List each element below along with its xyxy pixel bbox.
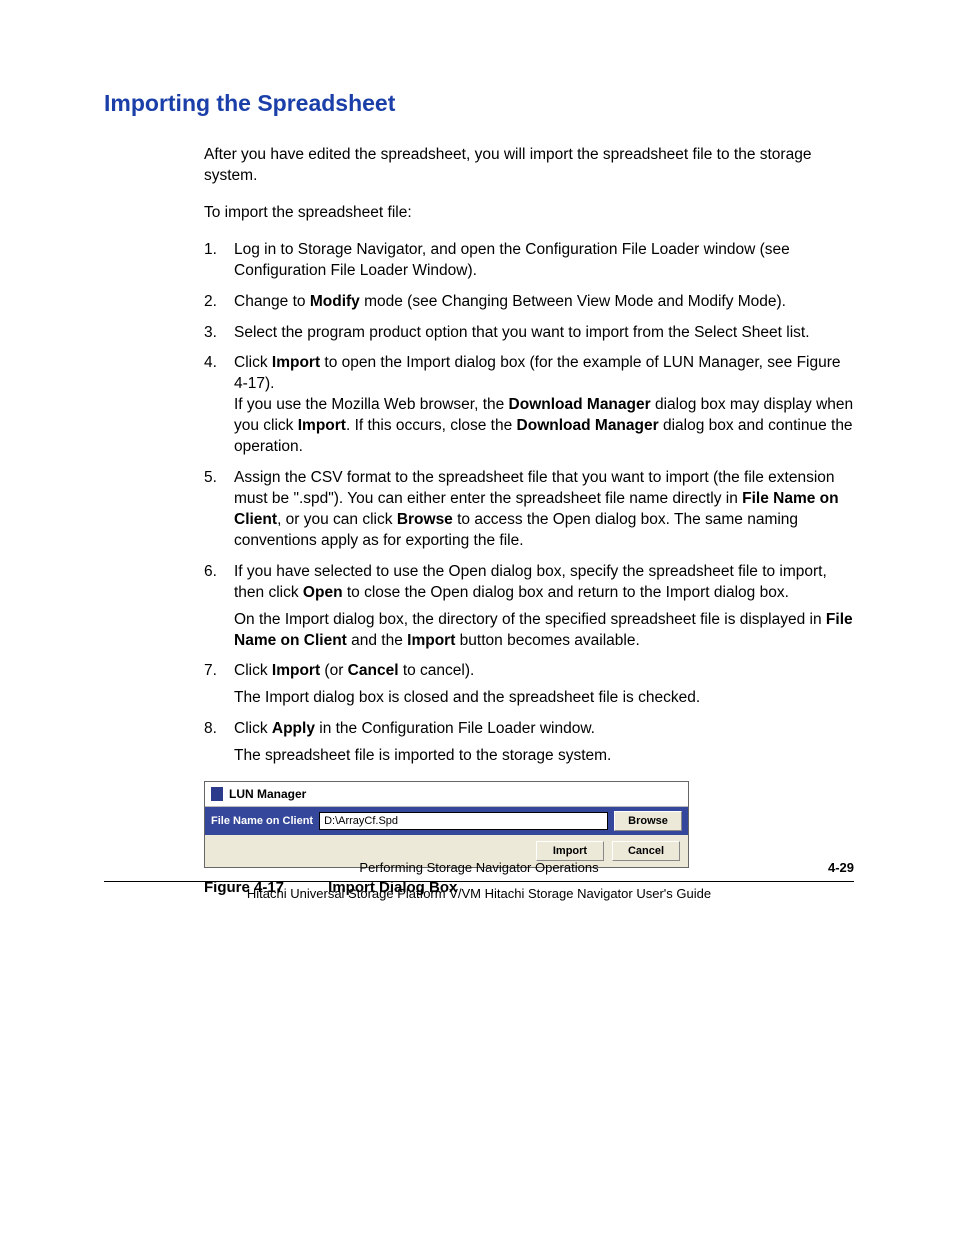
step-text: and the (347, 632, 407, 649)
title-icon (211, 787, 223, 801)
step-text: button becomes available. (455, 632, 639, 649)
step-text: (or (320, 662, 348, 679)
step-2: Change to Modify mode (see Changing Betw… (204, 292, 854, 313)
step-6: If you have selected to use the Open dia… (204, 562, 854, 652)
bold-apply: Apply (272, 720, 315, 737)
step-text: . If this occurs, close the (346, 417, 517, 434)
step-text: If you use the Mozilla Web browser, the (234, 396, 509, 413)
step-text: to open the Import dialog box (for the e… (234, 354, 841, 392)
bold-import: Import (298, 417, 346, 434)
import-dialog: LUN Manager File Name on Client Browse I… (204, 781, 689, 868)
lead-paragraph: To import the spreadsheet file: (204, 203, 854, 224)
dialog-titlebar: LUN Manager (205, 782, 688, 807)
step-text: Select the program product option that y… (234, 324, 810, 341)
step-text: , or you can click (277, 511, 397, 528)
step-subparagraph: The spreadsheet file is imported to the … (234, 746, 854, 767)
step-text: in the Configuration File Loader window. (315, 720, 595, 737)
step-text: mode (see Changing Between View Mode and… (360, 293, 786, 310)
step-7: Click Import (or Cancel to cancel). The … (204, 661, 854, 709)
footer-guide-title: Hitachi Universal Storage Platform V/VM … (104, 882, 854, 901)
procedure-list: Log in to Storage Navigator, and open th… (204, 240, 854, 767)
bold-browse: Browse (397, 511, 453, 528)
intro-paragraph: After you have edited the spreadsheet, y… (204, 145, 854, 187)
step-text: On the Import dialog box, the directory … (234, 611, 826, 628)
step-text: Click (234, 662, 272, 679)
footer-section: Performing Storage Navigator Operations (359, 860, 598, 875)
footer-page-number: 4-29 (828, 860, 854, 875)
step-text: to close the Open dialog box and return … (343, 584, 789, 601)
page-heading: Importing the Spreadsheet (104, 90, 854, 117)
step-1: Log in to Storage Navigator, and open th… (204, 240, 854, 282)
step-text: to cancel). (399, 662, 475, 679)
step-text: Click (234, 720, 272, 737)
dialog-title: LUN Manager (229, 786, 306, 802)
bold-import: Import (272, 662, 320, 679)
bold-modify: Modify (310, 293, 360, 310)
step-text: Click (234, 354, 272, 371)
file-name-label: File Name on Client (211, 814, 313, 829)
cancel-button[interactable]: Cancel (612, 841, 680, 861)
bold-cancel: Cancel (348, 662, 399, 679)
step-text: Change to (234, 293, 310, 310)
bold-download-manager: Download Manager (509, 396, 651, 413)
browse-button[interactable]: Browse (614, 811, 682, 831)
file-name-input[interactable] (319, 812, 608, 830)
step-4: Click Import to open the Import dialog b… (204, 353, 854, 458)
bold-open: Open (303, 584, 343, 601)
step-subparagraph: On the Import dialog box, the directory … (234, 610, 854, 652)
step-subparagraph: The Import dialog box is closed and the … (234, 688, 854, 709)
step-8: Click Apply in the Configuration File Lo… (204, 719, 854, 767)
step-text: Log in to Storage Navigator, and open th… (234, 241, 790, 279)
bold-import: Import (407, 632, 455, 649)
bold-download-manager: Download Manager (517, 417, 659, 434)
bold-import: Import (272, 354, 320, 371)
step-5: Assign the CSV format to the spreadsheet… (204, 468, 854, 552)
step-3: Select the program product option that y… (204, 323, 854, 344)
page-footer: Performing Storage Navigator Operations … (104, 860, 854, 901)
import-button[interactable]: Import (536, 841, 604, 861)
dialog-file-row: File Name on Client Browse (205, 807, 688, 835)
